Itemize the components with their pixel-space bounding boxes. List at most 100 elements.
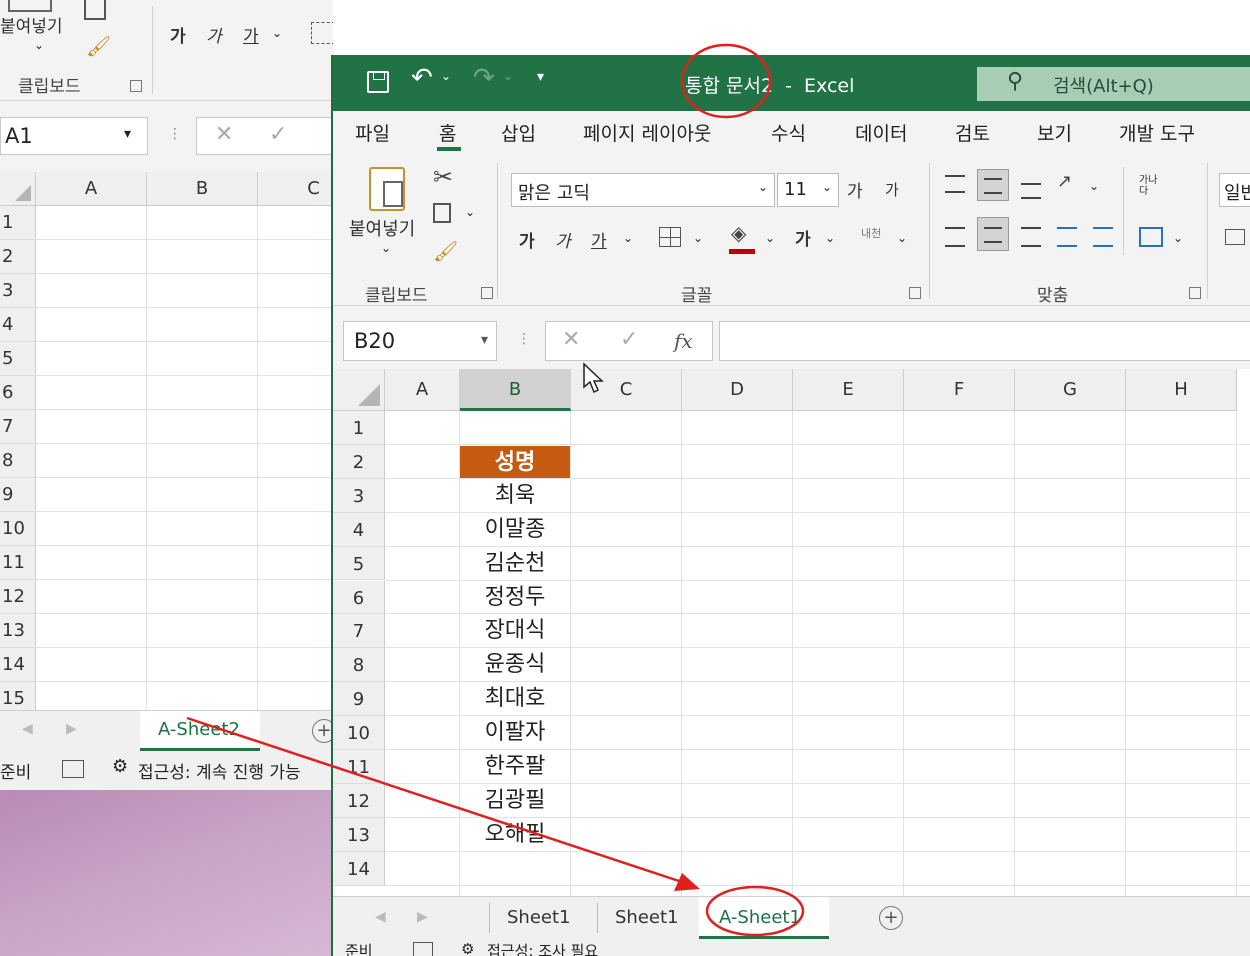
font-color-dropdown-icon[interactable]: ⌄	[825, 231, 835, 245]
column-header-h[interactable]: H	[1126, 369, 1237, 411]
column-header-a[interactable]: A	[36, 172, 147, 206]
background-grid[interactable]: A B C 1 2 3 4 5 6 7 8 9 10 11 12 13 14 15	[0, 172, 333, 716]
row-header[interactable]: 14	[333, 851, 385, 886]
row-header[interactable]: 11	[0, 546, 36, 580]
macro-record-icon[interactable]	[62, 760, 84, 778]
number-format-select[interactable]: 일반	[1219, 173, 1250, 207]
row-header[interactable]: 3	[0, 274, 36, 308]
tab-review[interactable]: 검토	[955, 119, 990, 146]
dialog-launcher-icon[interactable]	[130, 80, 142, 92]
select-all-corner[interactable]	[0, 172, 36, 206]
tab-scroll-left-icon[interactable]: ◀	[22, 721, 33, 737]
underline-button[interactable]: 가	[243, 22, 259, 47]
name-cell[interactable]: 이말종	[460, 513, 570, 547]
format-painter-icon[interactable]: 🖌	[86, 34, 111, 58]
name-cell[interactable]: 최욱	[460, 479, 570, 513]
tab-insert[interactable]: 삽입	[501, 119, 536, 146]
row-header[interactable]: 5	[0, 342, 36, 376]
status-accessibility[interactable]: 접근성: 조사 필요	[487, 940, 598, 956]
bold-button[interactable]: 가	[170, 22, 186, 47]
column-header-e[interactable]: E	[793, 369, 904, 411]
align-middle-icon[interactable]	[977, 169, 1009, 201]
row-header[interactable]: 11	[333, 750, 385, 784]
row-header[interactable]: 6	[0, 376, 36, 410]
name-cell[interactable]: 최대호	[460, 682, 570, 716]
border-dropdown-icon[interactable]: ⌄	[693, 231, 703, 245]
sheet-tab-a-sheet2[interactable]: A-Sheet2	[140, 711, 260, 751]
orientation-icon[interactable]: ↗	[1057, 171, 1072, 192]
row-header[interactable]: 13	[0, 614, 36, 648]
paste-dropdown-icon[interactable]: ⌄	[381, 241, 391, 255]
add-sheet-icon[interactable]: +	[879, 906, 903, 930]
align-left-icon[interactable]	[945, 227, 965, 247]
row-header[interactable]: 2	[333, 444, 385, 479]
row-header[interactable]: 12	[333, 783, 385, 818]
row-header[interactable]: 8	[333, 648, 385, 683]
increase-indent-icon[interactable]	[1093, 227, 1113, 247]
select-all-corner[interactable]	[333, 369, 385, 411]
paste-button-label[interactable]: 붙여넣기	[0, 12, 63, 37]
align-center-icon[interactable]	[977, 217, 1009, 251]
fill-color-dropdown-icon[interactable]: ⌄	[765, 231, 775, 245]
paste-icon[interactable]	[369, 167, 405, 211]
row-header[interactable]: 10	[0, 512, 36, 546]
wrap-text-button[interactable]: 가나다	[1139, 175, 1161, 197]
merge-center-icon[interactable]	[1139, 227, 1163, 247]
accessibility-icon[interactable]: ⚙	[112, 756, 128, 777]
cancel-icon[interactable]: ✕	[562, 327, 580, 352]
row-header[interactable]: 2	[0, 240, 36, 274]
chevron-down-icon[interactable]: ⌄	[34, 38, 44, 52]
decrease-indent-icon[interactable]	[1057, 227, 1077, 247]
tab-data[interactable]: 데이터	[855, 119, 907, 146]
row-header[interactable]: 9	[333, 682, 385, 717]
tab-home[interactable]: 홈	[439, 119, 456, 146]
underline-button[interactable]: 가	[591, 227, 607, 252]
tab-file[interactable]: 파일	[355, 119, 390, 146]
border-icon[interactable]	[311, 22, 333, 44]
name-cell[interactable]: 김순천	[460, 547, 570, 581]
redo-dropdown-icon[interactable]: ⌄	[503, 69, 513, 83]
shrink-font-button[interactable]: 가	[885, 179, 899, 200]
add-sheet-icon[interactable]: +	[312, 719, 333, 743]
column-header-c[interactable]: C	[258, 172, 333, 206]
header-cell-name[interactable]: 성명	[460, 446, 570, 479]
tab-view[interactable]: 보기	[1037, 119, 1072, 146]
chevron-down-icon[interactable]: ⌄	[272, 26, 282, 40]
italic-button[interactable]: 가	[555, 227, 571, 252]
row-header[interactable]: 7	[0, 410, 36, 444]
macro-record-icon[interactable]	[413, 942, 433, 956]
dialog-launcher-icon[interactable]	[909, 287, 921, 299]
row-header[interactable]: 3	[333, 478, 385, 513]
tab-scroll-right-icon[interactable]: ▶	[66, 721, 77, 737]
accessibility-icon[interactable]: ⚙	[461, 940, 474, 956]
name-cell[interactable]: 정정두	[460, 581, 570, 615]
formula-input[interactable]	[719, 321, 1250, 361]
search-box[interactable]: ⚲ 검색(Alt+Q)	[977, 67, 1250, 101]
sheet-tab-sheet1[interactable]: Sheet1	[507, 907, 571, 928]
underline-dropdown-icon[interactable]: ⌄	[623, 231, 633, 245]
customize-toolbar-icon[interactable]: ▾	[537, 69, 544, 85]
paste-button-label[interactable]: 붙여넣기	[349, 215, 415, 241]
tab-scroll-right-icon[interactable]: ▶	[417, 909, 428, 925]
tab-scroll-left-icon[interactable]: ◀	[375, 909, 386, 925]
merge-dropdown-icon[interactable]: ⌄	[1173, 231, 1183, 245]
border-icon[interactable]	[659, 227, 681, 247]
accounting-format-icon[interactable]	[1225, 229, 1245, 245]
phonetic-button[interactable]: 내천	[861, 225, 881, 241]
row-header[interactable]: 10	[333, 716, 385, 750]
italic-button[interactable]: 가	[206, 22, 222, 47]
undo-dropdown-icon[interactable]: ⌄	[441, 69, 451, 83]
column-header-f[interactable]: F	[904, 369, 1015, 411]
column-header-a[interactable]: A	[385, 369, 460, 411]
align-top-icon[interactable]	[945, 175, 965, 193]
insert-function-button[interactable]: fx	[674, 329, 693, 353]
font-size-select[interactable]: 11 ⌄	[777, 173, 839, 207]
cancel-icon[interactable]: ✕	[215, 122, 233, 147]
dialog-launcher-icon[interactable]	[481, 287, 493, 299]
row-header[interactable]: 12	[0, 580, 36, 614]
row-header[interactable]: 8	[0, 444, 36, 478]
column-header-d[interactable]: D	[682, 369, 793, 411]
column-header-b[interactable]: B	[147, 172, 258, 206]
row-header[interactable]: 1	[333, 411, 385, 445]
redo-icon[interactable]: ↷	[473, 63, 495, 93]
